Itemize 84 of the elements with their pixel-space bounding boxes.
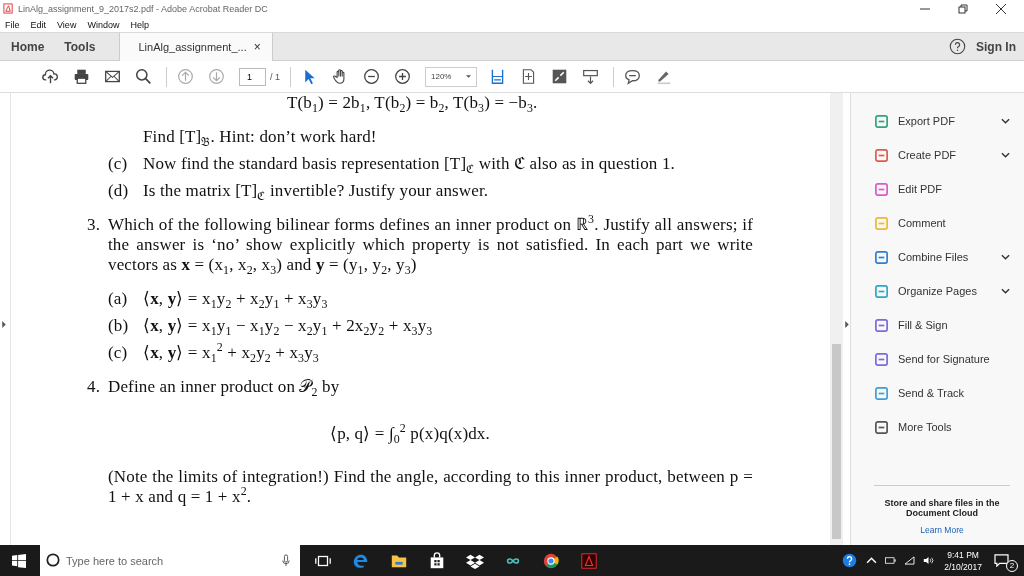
clock-date[interactable]: 2/10/2017 [944, 560, 982, 573]
caret-down-icon [466, 75, 471, 78]
browser-circle-icon[interactable] [542, 551, 560, 570]
message-icon [994, 554, 1009, 567]
fit-width-icon[interactable] [489, 68, 506, 85]
restore-icon[interactable] [958, 3, 968, 14]
notification-button[interactable]: 2 [994, 548, 1018, 573]
store-bag-icon[interactable] [428, 551, 446, 570]
tool-item[interactable]: Create PDF [874, 145, 1010, 165]
comment-icon[interactable] [624, 68, 641, 85]
menu-item[interactable]: Window [87, 19, 120, 30]
help-icon[interactable] [949, 38, 966, 55]
clock-time[interactable]: 9:41 PM [947, 548, 979, 561]
pdf-file-icon [3, 3, 14, 14]
item-text: ⟨x, y⟩ = x$_{1}$y$_{1}$ − x$_{1}$y$_{2}$ − x$_{2}$y$_{1}$ + 2x$_{2}$y$_{2}$ + x$_{3}$y$_{3}$ [143, 316, 433, 336]
windows-start-icon[interactable] [12, 553, 26, 568]
cloud-promo-text: Store and share files in the Document Cloud [883, 498, 1001, 518]
item-text: ⟨x, y⟩ = x$_{1}$y$_{2}$ + x$_{2}$y$_{1}$ + x$_{3}$y$_{3}$ [143, 289, 328, 309]
tool-item[interactable]: Export PDF [874, 111, 1010, 131]
menu-item[interactable]: View [57, 19, 77, 30]
zoom-out-icon[interactable] [363, 68, 380, 85]
equation: T(b$_{1}$) = 2b$_{1}$, T(b$_{2}$) = b$_{2}$, T(b$_{3}$) = −b$_{3}$. [287, 93, 538, 112]
nav-tab[interactable]: Home [0, 33, 55, 60]
notification-count: 2 [1006, 559, 1018, 572]
item-text: Is the matrix [T]$_{ℭ}$ invertible? Justify your answer. [143, 181, 489, 201]
pdf-app-icon[interactable] [580, 551, 598, 570]
microphone-icon[interactable] [282, 554, 290, 567]
scrollbar[interactable] [830, 93, 843, 545]
help-tray-icon[interactable] [841, 552, 859, 569]
sign-in-button[interactable]: Sign In [976, 39, 1016, 54]
chevron-down-icon[interactable] [1001, 152, 1010, 158]
menu-item[interactable]: Help [130, 19, 149, 30]
item-label: (b) [108, 316, 130, 336]
menu-item[interactable]: File [5, 19, 20, 30]
tool-item[interactable]: Edit PDF [874, 179, 1010, 199]
taskbar-search-field[interactable]: Type here to search [40, 545, 300, 576]
battery-icon[interactable] [885, 556, 897, 565]
speaker-icon[interactable] [923, 556, 935, 565]
cloud-upload-icon[interactable] [42, 68, 59, 85]
document-tab[interactable]: LinAlg_assignment_... × [119, 33, 274, 61]
close-icon[interactable] [996, 3, 1006, 14]
question-number: 4. [87, 377, 102, 397]
page-arrows-icon[interactable] [520, 68, 537, 85]
item-label: (c) [108, 343, 129, 363]
tab-close-button[interactable]: × [253, 40, 261, 54]
item-label: (d) [108, 181, 130, 201]
tool-item[interactable]: Send & Track [874, 383, 1010, 403]
equation: ⟨p, q⟩ = ∫$_{0}$$^{2}$ p(x)q(x)dx. [330, 424, 490, 443]
item-label: (a) [108, 289, 129, 309]
tool-item[interactable]: More Tools [874, 417, 1010, 437]
item-text: Now find the standard basis representation [T]$_{ℭ}$ with ℭ also as in question 1. [143, 154, 675, 174]
full-screen-icon[interactable] [551, 68, 568, 85]
tool-item[interactable]: Comment [874, 213, 1010, 233]
chevron-down-icon[interactable] [1001, 288, 1010, 294]
tool-item[interactable]: Organize Pages [874, 281, 1010, 301]
zoom-dropdown[interactable]: 120% [425, 66, 477, 87]
paragraph: Find [T]$_{𝔅}$. Hint: don’t work hard! [143, 127, 377, 146]
expand-left-icon[interactable] [2, 321, 6, 328]
chevron-down-icon[interactable] [1001, 118, 1010, 124]
page-total: / 1 [270, 71, 280, 82]
question-number: 3. [87, 215, 102, 236]
circle-icon [46, 553, 60, 567]
tool-item[interactable]: Fill & Sign [874, 315, 1010, 335]
print-icon[interactable] [73, 68, 90, 85]
search-icon[interactable] [135, 68, 152, 85]
mail-icon[interactable] [104, 68, 121, 85]
chevron-up-icon[interactable] [866, 556, 878, 565]
question-text: Define an inner product on 𝒫$_{2}$ by [108, 377, 341, 397]
nav-tab[interactable]: Tools [54, 33, 106, 60]
collapse-arrow-icon[interactable] [845, 321, 849, 328]
scrollbar-thumb[interactable] [832, 344, 841, 539]
window-title: LinAlg_assignment_9_2017s2.pdf - Adobe Acrobat Reader DC [18, 3, 268, 14]
item-text: ⟨x, y⟩ = x$_{1}$$^{2}$ + x$_{2}$y$_{2}$ + x$_{3}$y$_{3}$ [143, 343, 319, 363]
chevron-down-icon[interactable] [1001, 254, 1010, 260]
wifi-icon[interactable] [904, 556, 916, 565]
tool-item[interactable]: Combine Files [874, 247, 1010, 267]
learn-more-link[interactable]: Learn More [920, 525, 964, 535]
paragraph: (Note the limits of integration!) Find the angle, according to this inner product, between p = 1 + x and q = 1 + x$^{2}$. [108, 467, 753, 506]
question-text: Which of the following bilinear forms defines an inner product on ℝ$^{3}$. Justify all answers; if the answer is ‘no’ show explicitly which property is not satisfied. In each part we write vectors as x = (x$_{1}$, x$_{2}$, x$_{3}$) and y = (y$_{1}$, y$_{2}$, y$_{3}$) [108, 215, 753, 275]
item-label: (c) [108, 154, 129, 174]
tool-item[interactable]: Send for Signature [874, 349, 1010, 369]
page-number-field[interactable]: 1 [239, 67, 266, 86]
zoom-in-icon[interactable] [394, 68, 411, 85]
menu-item[interactable]: Edit [30, 19, 47, 30]
